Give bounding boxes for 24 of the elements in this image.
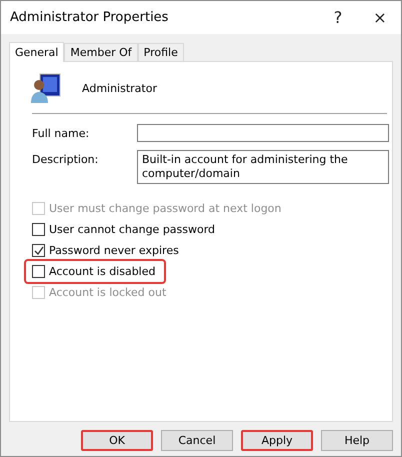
dialog-button[interactable]: Cancel (161, 430, 233, 451)
dialog-button[interactable]: OK (81, 430, 153, 451)
dialog-button[interactable]: Apply (241, 430, 313, 451)
dialog-button[interactable]: Help (321, 430, 393, 451)
checkbox-label: User cannot change password (49, 223, 216, 236)
input-field[interactable] (137, 124, 389, 142)
user-name: Administrator (82, 82, 157, 94)
checkbox-label: User must change password at next logon (49, 202, 282, 215)
input-field[interactable]: Built-in account for administering the computer/domain (137, 150, 389, 184)
tab[interactable]: Member Of (64, 43, 138, 61)
tab[interactable]: Profile (138, 43, 184, 61)
window-title: Administrator Properties (10, 10, 170, 25)
checkbox-label: Password never expires (49, 244, 179, 257)
close-button[interactable]: × (359, 1, 401, 34)
user-computer-icon (30, 72, 62, 104)
checkbox[interactable] (32, 265, 45, 278)
tab[interactable]: General (9, 42, 64, 62)
field-label: Full name: (32, 126, 90, 140)
checkbox-label: Account is disabled (49, 265, 156, 278)
field-label: Description: (32, 152, 100, 166)
checkbox[interactable] (32, 223, 45, 236)
help-button[interactable]: ? (317, 1, 359, 34)
checkbox-label: Account is locked out (49, 286, 166, 299)
checkbox[interactable] (32, 244, 45, 257)
